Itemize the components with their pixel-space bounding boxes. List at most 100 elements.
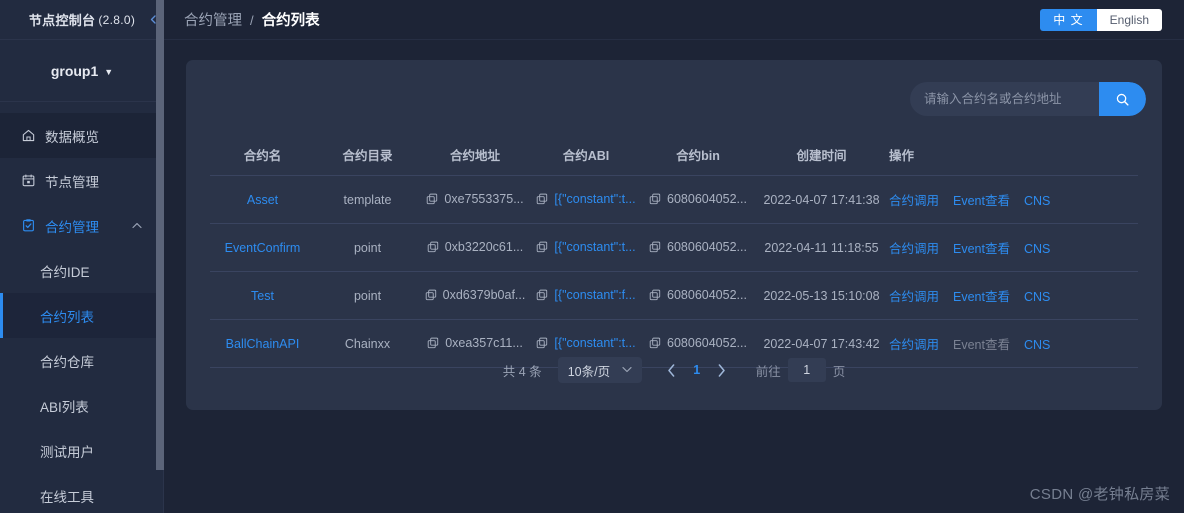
page-size-select[interactable]: 10条/页	[557, 357, 642, 383]
sidebar-item-abi-list[interactable]: ABI列表	[0, 383, 164, 428]
cell-contract-bin[interactable]: 6080604052...	[649, 192, 747, 206]
search-row	[910, 82, 1146, 116]
sidebar-item-test-user[interactable]: 测试用户	[0, 428, 164, 473]
table-row: Test point 0xd6379b0af... [{"constant":f...…	[210, 271, 1138, 320]
sidebar-item-node-management[interactable]: 节点管理	[0, 158, 164, 203]
col-contract-dir: 合约目录	[315, 134, 420, 176]
sidebar-sub-label: ABI列表	[40, 399, 89, 415]
prev-page-button[interactable]	[660, 358, 684, 382]
sidebar-sub-label: 合约仓库	[40, 354, 94, 370]
cell-contract-bin[interactable]: 6080604052...	[649, 240, 747, 254]
sidebar: 节点控制台 (2.8.0) group1 ▼ 数据概览 节点管理 合约管理 合约…	[0, 0, 164, 513]
copy-icon[interactable]	[427, 241, 439, 253]
copy-icon[interactable]	[427, 337, 439, 349]
copy-icon[interactable]	[649, 289, 661, 301]
pagination: 共 4 条 10条/页 1 前往 页	[186, 357, 1162, 383]
breadcrumb-current: 合约列表	[261, 13, 320, 29]
sidebar-item-online-tools[interactable]: 在线工具	[0, 473, 164, 513]
cell-contract-address[interactable]: 0xd6379b0af...	[425, 288, 525, 302]
cell-contract-bin[interactable]: 6080604052...	[649, 336, 747, 350]
search-button[interactable]	[1099, 82, 1146, 116]
cell-contract-abi[interactable]: [{"constant":t...	[536, 192, 636, 206]
next-page-button[interactable]	[710, 358, 734, 382]
cell-operations: 合约调用 Event查看 CNS	[889, 271, 1138, 320]
sidebar-item-data-overview[interactable]: 数据概览	[0, 113, 164, 158]
cell-contract-name[interactable]: BallChainAPI	[226, 337, 300, 351]
copy-icon[interactable]	[649, 241, 661, 253]
page-jump-input[interactable]	[787, 358, 826, 382]
breadcrumb-separator: /	[250, 13, 254, 28]
cell-contract-address[interactable]: 0xb3220c61...	[427, 240, 523, 254]
copy-icon[interactable]	[649, 337, 661, 349]
cell-contract-name[interactable]: Asset	[247, 193, 278, 207]
sidebar-scrollbar[interactable]	[156, 0, 164, 470]
search-input[interactable]	[910, 92, 1099, 106]
sidebar-sub-label: 在线工具	[40, 489, 94, 505]
sidebar-sub-label: 合约IDE	[40, 264, 90, 280]
col-contract-bin: 合约bin	[642, 134, 754, 176]
table-row: EventConfirm point 0xb3220c61... [{"constan…	[210, 223, 1138, 272]
op-合约调用[interactable]: 合约调用	[889, 194, 939, 208]
cell-contract-address[interactable]: 0xea357c11...	[427, 336, 523, 350]
lang-chinese-button[interactable]: 中 文	[1040, 8, 1097, 31]
cell-operations: 合约调用 Event查看 CNS	[889, 223, 1138, 272]
copy-icon[interactable]	[536, 193, 548, 205]
op-Event查看[interactable]: Event查看	[953, 290, 1010, 304]
table-header-row: 合约名 合约目录 合约地址 合约ABI 合约bin 创建时间 操作	[210, 134, 1138, 176]
contract-table: 合约名 合约目录 合约地址 合约ABI 合约bin 创建时间 操作 Asset t…	[210, 134, 1138, 368]
cell-contract-abi[interactable]: [{"constant":t...	[536, 240, 636, 254]
col-contract-abi: 合约ABI	[530, 134, 642, 176]
op-合约调用[interactable]: 合约调用	[889, 242, 939, 256]
cell-contract-dir: point	[315, 223, 420, 272]
op-CNS[interactable]: CNS	[1024, 290, 1050, 304]
copy-icon[interactable]	[536, 337, 548, 349]
cell-contract-bin[interactable]: 6080604052...	[649, 288, 747, 302]
group-selector[interactable]: group1 ▼	[0, 40, 164, 102]
sidebar-sub-label: 合约列表	[40, 309, 94, 325]
op-Event查看[interactable]: Event查看	[953, 242, 1010, 256]
copy-icon[interactable]	[426, 193, 438, 205]
op-CNS[interactable]: CNS	[1024, 242, 1050, 256]
sidebar-item-contract-repo[interactable]: 合约仓库	[0, 338, 164, 383]
cell-contract-address[interactable]: 0xe7553375...	[426, 192, 524, 206]
cell-contract-abi[interactable]: [{"constant":f...	[536, 288, 636, 302]
search-box	[910, 82, 1146, 116]
copy-icon[interactable]	[425, 289, 437, 301]
sidebar-item-label: 数据概览	[45, 129, 99, 145]
cell-contract-name[interactable]: Test	[251, 289, 274, 303]
sidebar-item-label: 节点管理	[45, 174, 99, 190]
lang-english-button[interactable]: English	[1096, 8, 1162, 31]
cell-contract-dir: point	[315, 271, 420, 320]
cell-created-time: 2022-04-07 17:41:38	[754, 175, 889, 224]
contract-list-card: 合约名 合约目录 合约地址 合约ABI 合约bin 创建时间 操作 Asset t…	[186, 60, 1162, 410]
copy-icon[interactable]	[649, 193, 661, 205]
op-合约调用[interactable]: 合约调用	[889, 290, 939, 304]
sidebar-item-contract-ide[interactable]: 合约IDE	[0, 248, 164, 293]
cell-contract-abi[interactable]: [{"constant":t...	[536, 336, 636, 350]
app-root: 节点控制台 (2.8.0) group1 ▼ 数据概览 节点管理 合约管理 合约…	[0, 0, 1184, 513]
op-Event查看[interactable]: Event查看	[953, 194, 1010, 208]
breadcrumb-parent[interactable]: 合约管理	[184, 13, 242, 29]
cell-created-time: 2022-04-11 11:18:55	[754, 223, 889, 272]
brand-title: 节点控制台	[28, 13, 96, 28]
op-合约调用[interactable]: 合约调用	[889, 338, 939, 352]
main-content: 合约管理 / 合约列表 中 文 English 请输入合约名或合约地址 合约名 …	[164, 0, 1184, 513]
cell-operations: 合约调用 Event查看 CNS	[889, 175, 1138, 224]
op-CNS[interactable]: CNS	[1024, 338, 1050, 352]
clipboard-check-icon	[20, 218, 36, 234]
language-toggle: 中 文 English	[1040, 8, 1162, 31]
copy-icon[interactable]	[536, 241, 548, 253]
cell-contract-name[interactable]: EventConfirm	[225, 241, 301, 255]
sidebar-item-contract-management[interactable]: 合约管理	[0, 203, 164, 248]
sidebar-spacer	[0, 102, 164, 113]
copy-icon[interactable]	[536, 289, 548, 301]
chevron-up-icon[interactable]	[132, 221, 142, 231]
sidebar-brand: 节点控制台 (2.8.0)	[0, 0, 164, 40]
page-number-1[interactable]: 1	[684, 358, 710, 382]
sidebar-item-contract-list[interactable]: 合约列表	[0, 293, 164, 338]
op-CNS[interactable]: CNS	[1024, 194, 1050, 208]
chevron-down-icon: ▼	[104, 66, 114, 77]
watermark: CSDN @老钟私房菜	[1029, 486, 1170, 503]
sidebar-item-label: 合约管理	[45, 219, 99, 235]
col-created-time: 创建时间	[754, 134, 889, 176]
